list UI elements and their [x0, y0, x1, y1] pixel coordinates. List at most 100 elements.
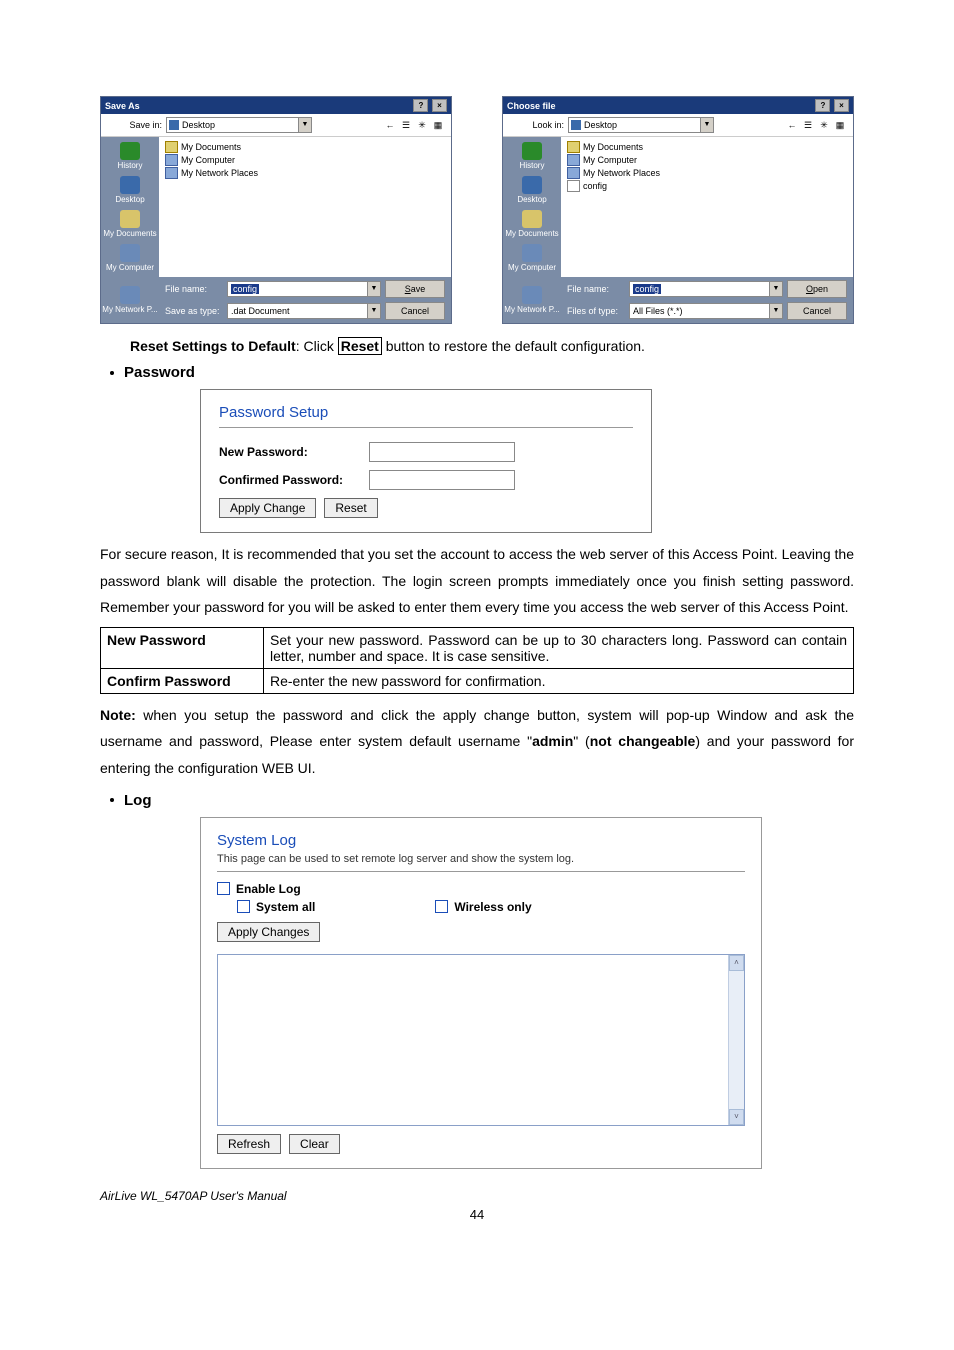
- password-definition-table: New Password Set your new password. Pass…: [100, 627, 854, 694]
- list-item[interactable]: My Computer: [165, 154, 445, 166]
- place-mycomp[interactable]: My Computer: [503, 242, 561, 276]
- cancel-button[interactable]: Cancel: [385, 302, 445, 320]
- chevron-down-icon[interactable]: ▼: [769, 282, 782, 296]
- saveastype-combo[interactable]: .dat Document ▼: [227, 303, 381, 319]
- filename-input[interactable]: config ▼: [227, 281, 381, 297]
- back-icon[interactable]: ←: [383, 118, 397, 132]
- place-desktop[interactable]: Desktop: [503, 174, 561, 208]
- save-as-dialog: Save As ? × Save in: Desktop ▼ ← ☰ ✳ ▦: [100, 96, 452, 324]
- dialog-title: Choose file: [507, 101, 556, 111]
- list-item[interactable]: My Network Places: [165, 167, 445, 179]
- place-desktop[interactable]: Desktop: [101, 174, 159, 208]
- system-all-label: System all: [256, 900, 315, 914]
- wireless-only-checkbox[interactable]: [435, 900, 448, 913]
- file-icon: [567, 180, 580, 192]
- apply-change-button[interactable]: Apply Change: [219, 498, 316, 518]
- system-log-panel: System Log This page can be used to set …: [200, 817, 762, 1169]
- views-icon[interactable]: ▦: [833, 118, 847, 132]
- reset-button[interactable]: Reset: [324, 498, 377, 518]
- look-in-combo[interactable]: Desktop ▼: [568, 117, 714, 133]
- places-bar: History Desktop My Documents My Computer: [503, 137, 561, 277]
- chevron-down-icon[interactable]: ▼: [298, 118, 311, 132]
- filesoftype-combo[interactable]: All Files (*.*) ▼: [629, 303, 783, 319]
- new-folder-icon[interactable]: ✳: [415, 118, 429, 132]
- confirmed-password-label: Confirmed Password:: [219, 473, 369, 487]
- file-list[interactable]: My Documents My Computer My Network Plac…: [159, 137, 451, 277]
- desktop-icon: [571, 120, 581, 130]
- folder-icon: [567, 141, 580, 153]
- help-icon[interactable]: ?: [815, 99, 830, 112]
- enable-log-label: Enable Log: [236, 882, 301, 896]
- filesoftype-label: Files of type:: [565, 306, 625, 316]
- table-row: Confirm Password Re-enter the new passwo…: [101, 668, 854, 693]
- section-password-heading: Password: [100, 364, 854, 381]
- list-item[interactable]: My Documents: [567, 141, 847, 153]
- up-icon[interactable]: ☰: [801, 118, 815, 132]
- scrollbar[interactable]: ˄ ˅: [728, 955, 744, 1125]
- page-number: 44: [100, 1207, 854, 1242]
- clear-button[interactable]: Clear: [289, 1134, 340, 1154]
- list-item[interactable]: My Computer: [567, 154, 847, 166]
- close-icon[interactable]: ×: [834, 99, 849, 112]
- new-password-input[interactable]: [369, 442, 515, 462]
- help-icon[interactable]: ?: [413, 99, 428, 112]
- chevron-down-icon[interactable]: ▼: [367, 282, 380, 296]
- place-mynet[interactable]: My Network P...: [102, 286, 157, 314]
- up-icon[interactable]: ☰: [399, 118, 413, 132]
- note-paragraph: Note: when you setup the password and cl…: [100, 702, 854, 782]
- views-icon[interactable]: ▦: [431, 118, 445, 132]
- new-password-label: New Password:: [219, 445, 369, 459]
- bullet-icon: [110, 371, 114, 375]
- panel-title: System Log: [217, 832, 745, 849]
- log-textarea[interactable]: ˄ ˅: [217, 954, 745, 1126]
- place-history[interactable]: History: [503, 140, 561, 174]
- save-in-combo[interactable]: Desktop ▼: [166, 117, 312, 133]
- panel-title: Password Setup: [219, 404, 633, 421]
- enable-log-checkbox[interactable]: [217, 882, 230, 895]
- save-button[interactable]: Save: [385, 280, 445, 298]
- wireless-only-label: Wireless only: [454, 900, 531, 914]
- desktop-icon: [169, 120, 179, 130]
- password-paragraph: For secure reason, It is recommended tha…: [100, 541, 854, 621]
- place-mycomp[interactable]: My Computer: [101, 242, 159, 276]
- list-item[interactable]: My Network Places: [567, 167, 847, 179]
- list-item[interactable]: My Documents: [165, 141, 445, 153]
- computer-icon: [165, 154, 178, 166]
- list-item[interactable]: config: [567, 180, 847, 192]
- section-log-heading: Log: [100, 792, 854, 809]
- place-history[interactable]: History: [101, 140, 159, 174]
- chevron-down-icon[interactable]: ▼: [769, 304, 782, 318]
- chevron-down-icon[interactable]: ▼: [700, 118, 713, 132]
- close-icon[interactable]: ×: [432, 99, 447, 112]
- save-in-label: Save in:: [107, 120, 162, 130]
- scroll-up-icon[interactable]: ˄: [729, 955, 744, 971]
- choose-file-dialog: Choose file ? × Look in: Desktop ▼ ← ☰ ✳…: [502, 96, 854, 324]
- look-in-label: Look in:: [509, 120, 564, 130]
- bullet-icon: [110, 798, 114, 802]
- saveastype-label: Save as type:: [163, 306, 223, 316]
- reset-settings-line: Reset Settings to Default: Click Reset b…: [100, 338, 854, 354]
- computer-icon: [567, 154, 580, 166]
- footer-text: AirLive WL_5470AP User's Manual: [100, 1189, 854, 1203]
- table-row: New Password Set your new password. Pass…: [101, 627, 854, 668]
- confirmed-password-input[interactable]: [369, 470, 515, 490]
- file-list[interactable]: My Documents My Computer My Network Plac…: [561, 137, 853, 277]
- refresh-button[interactable]: Refresh: [217, 1134, 281, 1154]
- back-icon[interactable]: ←: [785, 118, 799, 132]
- scroll-down-icon[interactable]: ˅: [729, 1109, 744, 1125]
- chevron-down-icon[interactable]: ▼: [367, 304, 380, 318]
- place-mydocs[interactable]: My Documents: [503, 208, 561, 242]
- apply-changes-button[interactable]: Apply Changes: [217, 922, 320, 942]
- dialog-titlebar: Choose file ? ×: [503, 97, 853, 114]
- panel-subtitle: This page can be used to set remote log …: [217, 853, 745, 865]
- dialog-title: Save As: [105, 101, 140, 111]
- new-folder-icon[interactable]: ✳: [817, 118, 831, 132]
- system-all-checkbox[interactable]: [237, 900, 250, 913]
- place-mydocs[interactable]: My Documents: [101, 208, 159, 242]
- place-mynet[interactable]: My Network P...: [504, 286, 559, 314]
- places-bar: History Desktop My Documents My Computer: [101, 137, 159, 277]
- reset-button-box: Reset: [338, 337, 382, 355]
- filename-input[interactable]: config ▼: [629, 281, 783, 297]
- open-button[interactable]: Open: [787, 280, 847, 298]
- cancel-button[interactable]: Cancel: [787, 302, 847, 320]
